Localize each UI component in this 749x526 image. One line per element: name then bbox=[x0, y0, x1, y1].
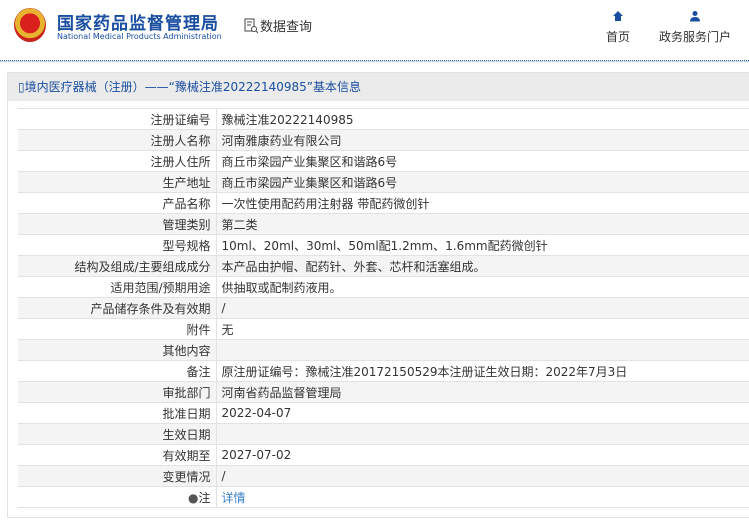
panel-title-text: 境内医疗器械（注册）——“豫械注准20222140985”基本信息 bbox=[24, 80, 362, 94]
table-row: 其他内容 bbox=[18, 339, 749, 361]
field-label: 有效期至 bbox=[18, 444, 217, 466]
table-row: 生效日期 bbox=[18, 423, 749, 445]
table-row: 注册人名称 河南雅康药业有限公司 bbox=[18, 129, 749, 151]
field-label: 备注 bbox=[18, 360, 217, 382]
field-label: 生效日期 bbox=[18, 423, 217, 445]
section-title: 数据查询 bbox=[244, 16, 312, 35]
table-row: 备注 原注册证编号：豫械注准20172150529本注册证生效日期：2022年7月… bbox=[18, 360, 749, 382]
field-value: 商丘市梁园产业集聚区和谐路6号 bbox=[216, 150, 749, 172]
field-label: 产品储存条件及有效期 bbox=[18, 297, 217, 319]
field-value: 一次性使用配药用注射器 带配药微创针 bbox=[216, 192, 749, 214]
field-label: 注册人名称 bbox=[18, 129, 217, 151]
field-value bbox=[216, 339, 749, 361]
field-label: 注册人住所 bbox=[18, 150, 217, 172]
field-value: 10ml、20ml、30ml、50ml配1.2mm、1.6mm配药微创针 bbox=[216, 234, 749, 256]
field-label: 结构及组成/主要组成成分 bbox=[18, 255, 217, 277]
field-label: 适用范围/预期用途 bbox=[18, 276, 217, 298]
field-label: 批准日期 bbox=[18, 402, 217, 424]
field-value: 第二类 bbox=[216, 213, 749, 235]
detail-panel: ▯境内医疗器械（注册）——“豫械注准20222140985”基本信息 注册证编号… bbox=[7, 72, 749, 518]
table-row-note: ●注 详情 bbox=[18, 486, 749, 508]
table-row: 注册证编号 豫械注准20222140985 bbox=[18, 108, 749, 130]
table-row: 产品储存条件及有效期 / bbox=[18, 297, 749, 319]
home-icon bbox=[613, 11, 623, 21]
section-label: 数据查询 bbox=[260, 20, 313, 35]
bulb-icon: ● bbox=[188, 490, 199, 505]
field-value bbox=[216, 423, 749, 445]
field-label: 产品名称 bbox=[18, 192, 217, 214]
table-row: 有效期至 2027-07-02 bbox=[18, 444, 749, 466]
table-row: 审批部门 河南省药品监督管理局 bbox=[18, 381, 749, 403]
logo-subtitle: National Medical Products Administration bbox=[57, 32, 222, 41]
field-label: 其他内容 bbox=[18, 339, 217, 361]
field-label: 生产地址 bbox=[18, 171, 217, 193]
logo-title[interactable]: 国家药品监督管理局 bbox=[57, 9, 219, 34]
table-row: 型号规格 10ml、20ml、30ml、50ml配1.2mm、1.6mm配药微创针 bbox=[18, 234, 749, 256]
table-row: 批准日期 2022-04-07 bbox=[18, 402, 749, 424]
details-link[interactable]: 详情 bbox=[222, 491, 246, 505]
table-row: 结构及组成/主要组成成分 本产品由护帽、配药针、外套、芯杆和活塞组成。 bbox=[18, 255, 749, 277]
field-label: 审批部门 bbox=[18, 381, 217, 403]
national-emblem-logo bbox=[14, 8, 46, 42]
field-value: 2027-07-02 bbox=[216, 444, 749, 466]
user-icon bbox=[690, 11, 700, 22]
site-header: 国家药品监督管理局 National Medical Products Admi… bbox=[0, 0, 749, 60]
nav-home-label: 首页 bbox=[606, 30, 631, 44]
field-value: 商丘市梁园产业集聚区和谐路6号 bbox=[216, 171, 749, 193]
field-label: 型号规格 bbox=[18, 234, 217, 256]
field-value: 原注册证编号：豫械注准20172150529本注册证生效日期：2022年7月3日 bbox=[216, 360, 749, 382]
field-label: ●注 bbox=[18, 486, 217, 508]
field-label: 附件 bbox=[18, 318, 217, 340]
detail-table: 注册证编号 豫械注准20222140985 注册人名称 河南雅康药业有限公司 注册人住所… bbox=[18, 108, 749, 508]
field-value: 无 bbox=[216, 318, 749, 340]
field-label: 管理类别 bbox=[18, 213, 217, 235]
nav-government-portal[interactable]: 政务服务门户 bbox=[659, 10, 731, 45]
table-row: 生产地址 商丘市梁园产业集聚区和谐路6号 bbox=[18, 171, 749, 193]
table-row: 注册人住所 商丘市梁园产业集聚区和谐路6号 bbox=[18, 150, 749, 172]
table-row: 附件无 bbox=[18, 318, 749, 340]
note-label: 注 bbox=[198, 490, 211, 505]
nav-portal-label: 政务服务门户 bbox=[659, 30, 732, 44]
field-value: / bbox=[216, 465, 749, 487]
field-value: 2022-04-07 bbox=[216, 402, 749, 424]
table-row: 管理类别 第二类 bbox=[18, 213, 749, 235]
field-label: 注册证编号 bbox=[18, 108, 217, 130]
field-value: 河南雅康药业有限公司 bbox=[216, 129, 749, 151]
field-label: 变更情况 bbox=[18, 465, 217, 487]
field-value: 豫械注准20222140985 bbox=[216, 108, 749, 130]
table-row: 产品名称 一次性使用配药用注射器 带配药微创针 bbox=[18, 192, 749, 214]
field-value: 供抽取或配制药液用。 bbox=[216, 276, 749, 298]
header-divider bbox=[0, 60, 749, 62]
field-value: 本产品由护帽、配药针、外套、芯杆和活塞组成。 bbox=[216, 255, 749, 277]
document-search-icon bbox=[244, 18, 258, 33]
field-value: 河南省药品监督管理局 bbox=[216, 381, 749, 403]
table-row: 适用范围/预期用途 供抽取或配制药液用。 bbox=[18, 276, 749, 298]
nav-home[interactable]: 首页 bbox=[606, 10, 630, 45]
field-value: / bbox=[216, 297, 749, 319]
panel-title: ▯境内医疗器械（注册）——“豫械注准20222140985”基本信息 bbox=[8, 73, 749, 101]
table-row: 变更情况 / bbox=[18, 465, 749, 487]
